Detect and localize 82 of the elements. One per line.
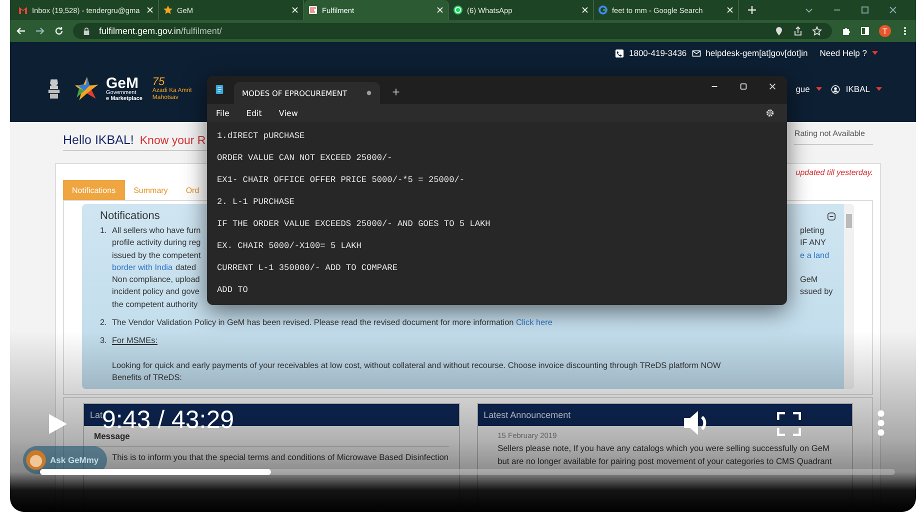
list-number: 1. <box>100 225 108 237</box>
star-logo-icon <box>74 76 100 102</box>
text-line: EX1- CHAIR OFFICE OFFER PRICE 5000/-*5 = 25000/- <box>217 175 466 186</box>
update-note: updated till yesterday. <box>796 168 873 176</box>
text-line: ADD TO <box>217 285 249 296</box>
menu-item[interactable]: File <box>216 108 230 118</box>
support-email[interactable]: helpdesk-gem[at]gov[dot]in <box>706 48 808 58</box>
user-menu[interactable]: IKBAL <box>846 84 870 94</box>
update-text: This is to inform you that the special terms and conditions of Microwave Based Disinfection <box>111 452 449 462</box>
menu-item[interactable]: View <box>278 108 298 118</box>
forward-icon[interactable] <box>35 26 45 36</box>
announcement-text: but are no longer available for pairing post movement of your categories to CMS Quadrant <box>498 456 833 466</box>
panel-title: Lat <box>90 410 103 420</box>
notification-text: The Vendor Validation Policy in GeM has been revised. Please read the revised document for more information Click here <box>112 317 552 330</box>
text-fragment: profile activity during reg <box>112 237 201 250</box>
scrollbar[interactable] <box>844 204 854 389</box>
notification-subheading: Benefits of TReDS: <box>112 372 182 382</box>
back-icon[interactable] <box>16 26 26 36</box>
panel-title: Latest Announcement <box>484 410 571 420</box>
text-fragment: issued by the competent <box>112 250 201 262</box>
text-line: CURRENT L-1 350000/- ADD TO COMPARE <box>217 263 398 274</box>
progress-track[interactable] <box>40 469 895 475</box>
text-line: 1.dIRECT pURCHASE <box>217 131 306 142</box>
menu-item[interactable]: Edit <box>246 108 262 118</box>
page-icon <box>308 5 318 15</box>
bookmark-star-icon[interactable] <box>812 26 822 36</box>
text-fragment: ssued by <box>800 287 833 296</box>
play-icon[interactable] <box>48 413 68 435</box>
reload-icon[interactable] <box>54 26 64 36</box>
text-link[interactable]: border with India <box>112 262 173 274</box>
text-fragment: All sellers who have furn <box>112 225 201 237</box>
text-line: EX. CHAIR 5000/-X100= 5 LAKH <box>217 241 362 252</box>
rating-link[interactable]: Know your R <box>140 135 206 147</box>
puzzle-icon[interactable] <box>841 26 851 36</box>
text-line: 2. L-1 PURCHASE <box>217 197 296 208</box>
language-menu[interactable]: gue <box>796 84 810 94</box>
share-icon[interactable] <box>793 26 803 36</box>
mail-icon <box>692 48 701 58</box>
collapse-icon[interactable] <box>827 212 836 220</box>
text-line: IF THE ORDER VALUE EXCEEDS 25000/- AND GOES TO 5 LAKH <box>217 219 492 230</box>
badge-number: 75 <box>152 76 165 88</box>
column-header: Message <box>94 431 449 447</box>
panel-title: Notifications <box>100 210 160 222</box>
text-fragment: IF ANY <box>800 238 826 248</box>
text-fragment: dated <box>176 262 196 274</box>
announcement-text: Sellers please note, If you have any catalogs which you were selling successfully on GeM <box>498 443 830 453</box>
url-field[interactable]: fulfilment.gem.gov.in/fulfilment/ <box>73 23 832 39</box>
list-number: 3. <box>100 335 108 348</box>
text-link[interactable]: e a land <box>800 250 830 260</box>
lock-icon <box>83 26 90 36</box>
caret-icon <box>816 87 822 91</box>
notification-heading: For MSMEs: <box>112 336 158 346</box>
mail-icon <box>18 5 28 15</box>
caret-icon <box>876 87 882 91</box>
user-icon <box>830 84 840 94</box>
text-fragment: the competent authority <box>112 298 198 311</box>
notification-text: Looking for quick and early payments of your receivables at low cost, without collateral and without recourse. Choose invoice discounting through TReDS platform NOW <box>112 360 721 372</box>
profile-avatar[interactable]: T <box>879 25 891 37</box>
notepad-icon <box>215 84 224 95</box>
text-fragment: GeM <box>800 275 818 284</box>
text-fragment: Non compliance, upload <box>112 274 200 286</box>
star-icon <box>163 5 173 15</box>
chat-icon <box>453 5 463 15</box>
phone-icon <box>615 48 624 58</box>
logo-title: GeM <box>106 76 140 91</box>
list-number: 2. <box>100 317 108 330</box>
text-fragment: pleting <box>800 226 824 235</box>
text-fragment: incident policy and gove <box>112 286 200 298</box>
phone-number[interactable]: 1800-419-3436 <box>629 48 687 58</box>
sidebar-icon[interactable] <box>860 26 870 36</box>
location-icon[interactable] <box>774 26 784 36</box>
ring-icon <box>598 5 608 15</box>
new-tab-icon[interactable] <box>392 88 400 96</box>
greeting-title: Hello IKBAL! <box>63 133 134 147</box>
help-menu[interactable]: Need Help ? <box>820 48 867 58</box>
new-tab-icon[interactable] <box>747 5 757 15</box>
avatar-icon <box>25 449 47 471</box>
fullscreen-icon[interactable] <box>777 412 801 436</box>
settings-icon[interactable] <box>765 108 775 118</box>
rating-status: Rating not Available <box>794 129 873 145</box>
caret-icon <box>872 51 878 55</box>
text-line: ORDER VALUE CAN NOT EXCEED 25000/- <box>217 153 394 164</box>
